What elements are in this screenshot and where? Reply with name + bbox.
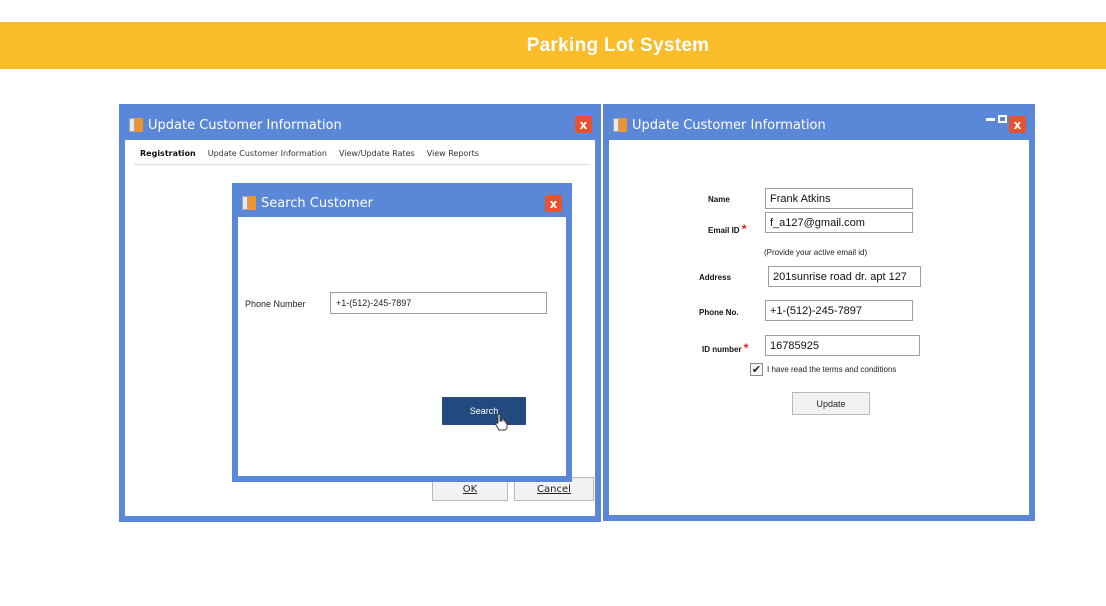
terms-checkbox[interactable]: ✔	[750, 363, 763, 376]
address-input[interactable]: 201sunrise road dr. apt 127	[768, 266, 921, 287]
tab-registration[interactable]: Registration	[134, 147, 202, 164]
dialog-body: Phone Number +1-(512)-245-7897 Search	[238, 217, 566, 476]
search-button[interactable]: Search	[442, 397, 526, 425]
dialog-titlebar[interactable]: Search Customer x	[238, 189, 566, 217]
tab-update-customer-information[interactable]: Update Customer Information	[202, 147, 333, 164]
dialog-title: Search Customer	[261, 195, 373, 211]
name-label: Name	[708, 195, 730, 204]
hand-cursor-icon	[495, 413, 508, 431]
close-icon[interactable]: x	[1009, 116, 1026, 133]
id-number-input[interactable]: 16785925	[765, 335, 920, 356]
phone-number-input[interactable]: +1-(512)-245-7897	[330, 292, 547, 314]
window-titlebar[interactable]: Update Customer Information x	[125, 110, 595, 140]
minimize-icon[interactable]	[986, 118, 995, 121]
search-customer-dialog: Search Customer x Phone Number +1-(512)-…	[232, 183, 572, 482]
phone-label: Phone No.	[699, 308, 739, 317]
close-icon[interactable]: x	[575, 116, 592, 133]
id-number-label: ID number *	[702, 341, 749, 355]
app-icon	[129, 118, 143, 132]
email-hint: (Provide your active email id)	[764, 248, 868, 257]
window-title: Update Customer Information	[148, 117, 342, 133]
required-mark: *	[743, 341, 749, 355]
app-banner: Parking Lot System	[0, 22, 1106, 69]
address-label: Address	[699, 273, 732, 282]
window-title: Update Customer Information	[632, 117, 826, 133]
required-mark: *	[741, 222, 747, 236]
phone-number-label: Phone Number	[245, 299, 306, 309]
terms-label: I have read the terms and conditions	[767, 365, 897, 374]
email-label: Email ID *	[708, 222, 747, 236]
phone-input[interactable]: +1-(512)-245-7897	[765, 300, 913, 321]
close-icon[interactable]: x	[545, 195, 562, 212]
maximize-icon[interactable]	[998, 115, 1007, 123]
email-input[interactable]: f_a127@gmail.com	[765, 212, 913, 233]
tab-view-update-rates[interactable]: View/Update Rates	[333, 147, 421, 164]
tab-bar: Registration Update Customer Information…	[134, 147, 589, 165]
window-titlebar[interactable]: Update Customer Information x	[609, 110, 1029, 140]
window-body: Name Frank Atkins Email ID * f_a127@gmai…	[609, 140, 1029, 515]
app-icon	[242, 196, 256, 210]
update-customer-window-right: Update Customer Information x Name Frank…	[603, 104, 1035, 521]
name-input[interactable]: Frank Atkins	[765, 188, 913, 209]
app-title: Parking Lot System	[526, 34, 710, 56]
tab-view-reports[interactable]: View Reports	[421, 147, 485, 164]
app-icon	[613, 118, 627, 132]
update-button[interactable]: Update	[792, 392, 870, 415]
